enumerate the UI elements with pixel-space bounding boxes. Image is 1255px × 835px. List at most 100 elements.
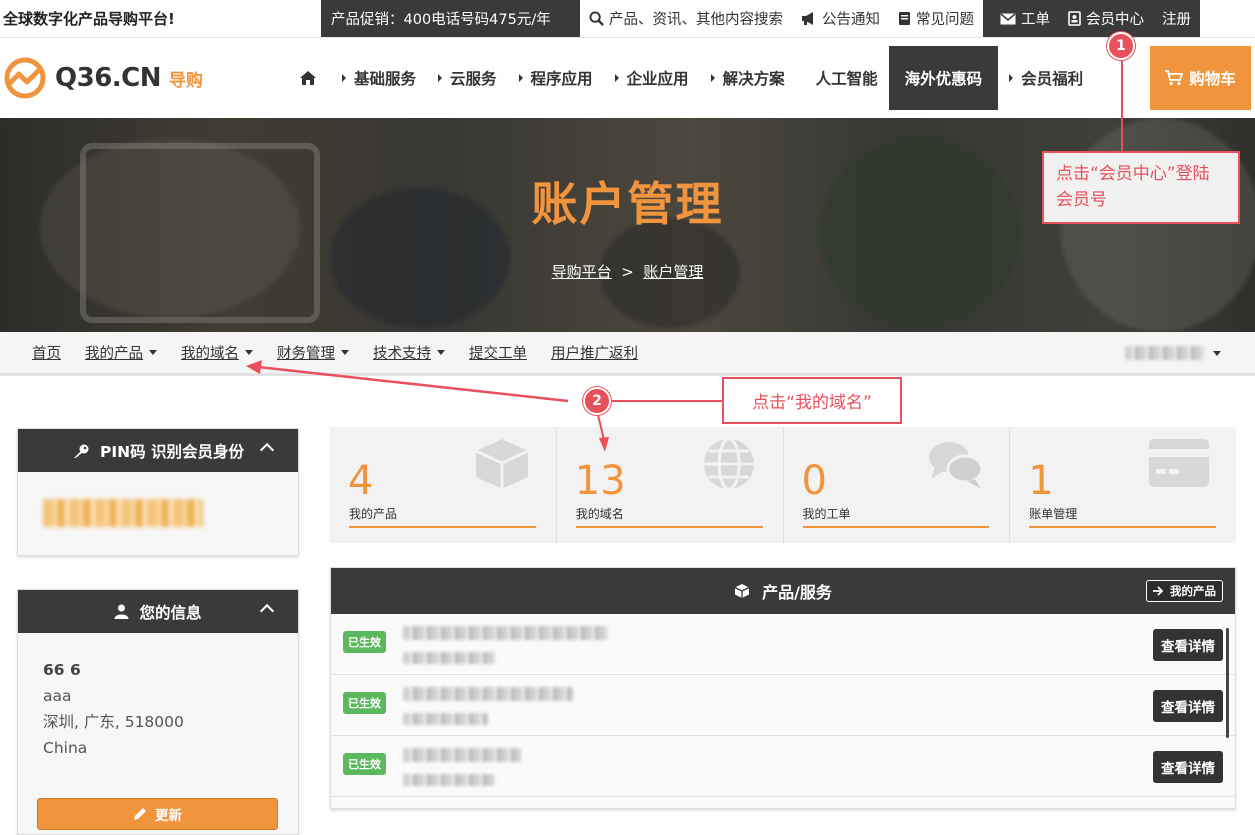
pin-panel: PIN码 识别会员身份 bbox=[17, 428, 299, 556]
info-panel-header[interactable]: 您的信息 bbox=[18, 590, 298, 633]
cart-label: 购物车 bbox=[1189, 70, 1236, 88]
product-meta-redacted bbox=[403, 713, 488, 725]
annotation-step-2: 2 bbox=[583, 387, 611, 415]
site-slogan: 全球数字化产品导购平台! bbox=[3, 10, 175, 28]
subnav-support[interactable]: 技术支持 bbox=[373, 342, 445, 363]
stat-billing[interactable]: 1 账单管理 bbox=[1010, 427, 1236, 543]
logo-mark-icon bbox=[4, 57, 46, 99]
product-row: 已生效 查看详情 bbox=[331, 614, 1235, 675]
caret-down-icon bbox=[245, 350, 253, 355]
stats-bar: 4 我的产品 13 我的域名 0 我的工单 1 账单管理 bbox=[330, 427, 1236, 543]
nav-solutions[interactable]: 解决方案 bbox=[700, 38, 796, 118]
key-icon bbox=[74, 444, 89, 458]
subnav-finance[interactable]: 财务管理 bbox=[277, 342, 349, 363]
envelope-icon bbox=[1000, 12, 1016, 24]
subnav-my-products[interactable]: 我的产品 bbox=[85, 342, 157, 363]
pin-code-redacted bbox=[43, 499, 203, 527]
cart-button[interactable]: 购物车 bbox=[1150, 46, 1251, 110]
nav-label: 企业应用 bbox=[626, 70, 689, 88]
cube-icon bbox=[475, 439, 529, 489]
arrow-right-icon bbox=[438, 74, 443, 82]
my-products-button[interactable]: 我的产品 bbox=[1146, 580, 1223, 602]
book-icon bbox=[899, 12, 910, 25]
arrow-right-icon bbox=[1153, 586, 1164, 596]
cube-icon bbox=[734, 584, 750, 598]
status-badge: 已生效 bbox=[343, 631, 386, 653]
pin-panel-header[interactable]: PIN码 识别会员身份 bbox=[18, 429, 298, 472]
site-logo[interactable]: Q36.CN 导购 bbox=[3, 56, 288, 100]
products-panel-header: 产品/服务 我的产品 bbox=[331, 568, 1235, 614]
stat-value: 13 bbox=[574, 458, 626, 504]
user-icon bbox=[114, 604, 129, 619]
info-panel-title: 您的信息 bbox=[139, 603, 202, 622]
search-link-label: 产品、资讯、其他内容搜索 bbox=[609, 12, 783, 28]
breadcrumb-separator: > bbox=[621, 263, 634, 281]
stat-my-products[interactable]: 4 我的产品 bbox=[330, 427, 557, 543]
nav-label: 云服务 bbox=[450, 70, 497, 88]
stat-underline bbox=[575, 526, 763, 528]
update-button[interactable]: 更新 bbox=[37, 798, 278, 830]
view-details-button[interactable]: 查看详情 bbox=[1153, 690, 1223, 722]
my-products-label: 我的产品 bbox=[1170, 584, 1216, 598]
account-links: 工单 会员中心 注册 bbox=[983, 0, 1200, 37]
nav-ai[interactable]: 人工智能 bbox=[796, 38, 889, 118]
view-details-button[interactable]: 查看详情 bbox=[1153, 629, 1223, 661]
stat-value: 4 bbox=[348, 458, 374, 504]
member-center-link[interactable]: 会员中心 bbox=[1059, 8, 1153, 29]
products-panel-title: 产品/服务 bbox=[762, 583, 832, 602]
update-label: 更新 bbox=[155, 808, 182, 824]
arrow-right-icon bbox=[342, 74, 346, 82]
product-name-redacted bbox=[403, 626, 608, 640]
nav-enterprise[interactable]: 企业应用 bbox=[604, 38, 700, 118]
arrow-right-icon bbox=[614, 74, 619, 82]
subnav-label: 技术支持 bbox=[373, 346, 431, 362]
product-meta-redacted bbox=[403, 774, 495, 786]
annotation-note-1: 点击“会员中心”登陆会员号 bbox=[1042, 151, 1240, 224]
faq-link-label: 常见问题 bbox=[916, 12, 974, 28]
nav-home[interactable] bbox=[288, 38, 331, 118]
product-name-redacted bbox=[403, 687, 573, 701]
ticket-link[interactable]: 工单 bbox=[991, 8, 1059, 29]
subnav-submit-ticket[interactable]: 提交工单 bbox=[469, 342, 527, 363]
view-details-button[interactable]: 查看详情 bbox=[1153, 751, 1223, 783]
main-nav: 基础服务 云服务 程序应用 企业应用 解决方案 人工智能 海外优惠码 会员福利 bbox=[288, 38, 1094, 118]
subnav-home[interactable]: 首页 bbox=[32, 342, 61, 363]
info-body: 66 6 aaa 深圳, 广东, 518000 China bbox=[18, 633, 298, 785]
faq-link[interactable]: 常见问题 bbox=[889, 8, 983, 29]
home-icon bbox=[300, 71, 316, 85]
globe-icon bbox=[703, 437, 754, 491]
search-link[interactable]: 产品、资讯、其他内容搜索 bbox=[580, 8, 792, 29]
nav-basic-services[interactable]: 基础服务 bbox=[331, 38, 427, 118]
status-badge: 已生效 bbox=[343, 753, 386, 775]
nav-label: 解决方案 bbox=[722, 70, 785, 88]
stat-label: 我的工单 bbox=[802, 507, 851, 521]
register-link[interactable]: 注册 bbox=[1153, 8, 1200, 29]
stat-underline bbox=[349, 526, 536, 528]
member-center-label: 会员中心 bbox=[1086, 12, 1144, 28]
nav-member-benefits[interactable]: 会员福利 bbox=[998, 38, 1094, 118]
announcement-link[interactable]: 公告通知 bbox=[792, 8, 889, 29]
nav-cloud-services[interactable]: 云服务 bbox=[427, 38, 508, 118]
account-subnav: 首页 我的产品 我的域名 财务管理 技术支持 提交工单 用户推广返利 bbox=[0, 332, 1255, 376]
arrow-right-icon bbox=[710, 74, 715, 82]
nav-applications[interactable]: 程序应用 bbox=[508, 38, 604, 118]
products-panel: 产品/服务 我的产品 已生效 查看详情 已生效 查看详情 已生效 查看详情 bbox=[330, 567, 1236, 809]
logo-text: Q36.CN bbox=[55, 63, 162, 93]
announcement-link-label: 公告通知 bbox=[822, 12, 880, 28]
nav-label: 会员福利 bbox=[1021, 70, 1084, 88]
user-menu[interactable] bbox=[1125, 346, 1221, 360]
promo-link[interactable]: 产品促销：400电话号码475元/年 bbox=[321, 0, 580, 37]
nav-overseas-coupons[interactable]: 海外优惠码 bbox=[888, 46, 999, 110]
products-scrollbar[interactable] bbox=[1226, 628, 1229, 738]
chevron-up-icon[interactable] bbox=[259, 603, 275, 619]
breadcrumb-current[interactable]: 账户管理 bbox=[643, 263, 703, 281]
stat-my-domains[interactable]: 13 我的域名 bbox=[557, 427, 784, 543]
caret-down-icon bbox=[149, 350, 157, 355]
subnav-referral[interactable]: 用户推广返利 bbox=[551, 342, 638, 363]
subnav-my-domains[interactable]: 我的域名 bbox=[181, 342, 253, 363]
stat-my-tickets[interactable]: 0 我的工单 bbox=[784, 427, 1011, 543]
chevron-up-icon[interactable] bbox=[259, 442, 275, 458]
nav-label: 基础服务 bbox=[354, 70, 417, 88]
user-country: China bbox=[43, 739, 88, 757]
breadcrumb-home[interactable]: 导购平台 bbox=[552, 263, 612, 281]
